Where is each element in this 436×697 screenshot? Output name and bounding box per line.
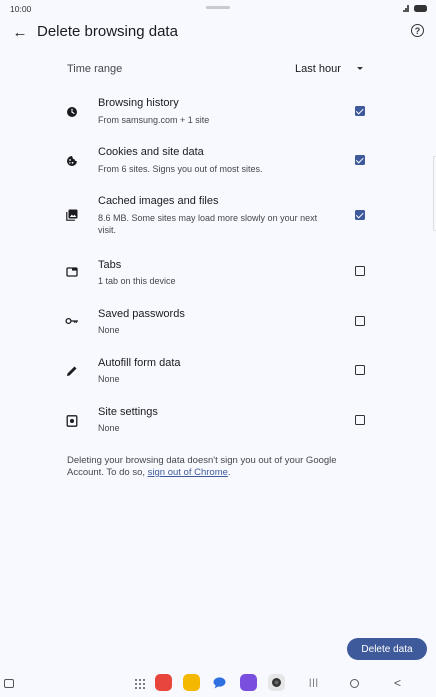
back-arrow-icon[interactable]: ← xyxy=(10,22,30,42)
tab-icon xyxy=(64,264,80,280)
apps-grid-icon[interactable] xyxy=(135,679,145,689)
option-subtitle: From samsung.com + 1 site xyxy=(98,115,210,125)
image-icon xyxy=(64,207,80,223)
delete-data-button[interactable]: Delete data xyxy=(347,638,427,660)
battery-icon xyxy=(414,5,427,12)
app-icon-yellow[interactable] xyxy=(183,674,200,691)
page-title: Delete browsing data xyxy=(37,23,178,40)
checkbox[interactable] xyxy=(355,106,365,116)
back-icon[interactable]: < xyxy=(394,676,401,690)
checkbox[interactable] xyxy=(355,155,365,165)
time-range-row: Time range Last hour xyxy=(0,56,436,80)
footer-period: . xyxy=(227,467,231,478)
sign-out-link[interactable]: sign out of Chrome xyxy=(148,467,228,478)
cookie-icon xyxy=(64,153,80,169)
signal-icon xyxy=(403,5,409,12)
option-autofill[interactable]: Autofill form data None xyxy=(0,352,436,396)
clock-icon xyxy=(64,104,80,120)
pencil-icon xyxy=(64,363,80,379)
time-range-label: Time range xyxy=(67,63,123,75)
app-icon-purple[interactable] xyxy=(240,674,257,691)
option-browsing-history[interactable]: Browsing history From samsung.com + 1 si… xyxy=(0,93,436,137)
option-site-settings[interactable]: Site settings None xyxy=(0,401,436,445)
option-saved-passwords[interactable]: Saved passwords None xyxy=(0,302,436,346)
dropdown-caret-icon xyxy=(357,67,363,70)
time-range-value: Last hour xyxy=(295,63,341,75)
checkbox[interactable] xyxy=(355,266,365,276)
checkbox[interactable] xyxy=(355,365,365,375)
checkbox[interactable] xyxy=(355,316,365,326)
footer-note: Deleting your browsing data doesn't sign… xyxy=(67,455,372,479)
option-title: Cookies and site data xyxy=(98,146,204,158)
option-subtitle: None xyxy=(98,325,120,335)
option-cached-images[interactable]: Cached images and files 8.6 MB. Some sit… xyxy=(0,191,436,243)
option-title: Browsing history xyxy=(98,97,179,109)
messages-icon[interactable] xyxy=(211,674,228,691)
site-settings-icon xyxy=(64,413,80,429)
keyboard-toggle-icon[interactable] xyxy=(4,679,14,688)
drag-handle xyxy=(206,6,230,9)
option-cookies[interactable]: Cookies and site data From 6 sites. Sign… xyxy=(0,142,436,186)
option-title: Tabs xyxy=(98,259,122,271)
navigation-bar: ||| < xyxy=(0,672,436,697)
status-time: 10:00 xyxy=(10,4,32,14)
help-icon[interactable]: ? xyxy=(411,24,424,37)
option-title: Site settings xyxy=(98,406,158,418)
option-subtitle: None xyxy=(98,423,120,433)
status-bar: 10:00 xyxy=(0,0,436,18)
option-subtitle: From 6 sites. Signs you out of most site… xyxy=(98,164,263,174)
option-title: Saved passwords xyxy=(98,308,185,320)
camera-icon[interactable] xyxy=(268,674,285,691)
option-title: Autofill form data xyxy=(98,357,181,369)
recents-icon[interactable]: ||| xyxy=(309,677,319,687)
app-bar: ← Delete browsing data ? xyxy=(0,18,436,46)
key-icon xyxy=(64,313,80,329)
time-range-dropdown[interactable]: Last hour xyxy=(290,60,370,78)
app-icon-red[interactable] xyxy=(155,674,172,691)
option-tabs[interactable]: Tabs 1 tab on this device xyxy=(0,253,436,297)
checkbox[interactable] xyxy=(355,210,365,220)
option-subtitle: 1 tab on this device xyxy=(98,276,176,286)
option-title: Cached images and files xyxy=(98,195,219,207)
checkbox[interactable] xyxy=(355,415,365,425)
home-icon[interactable] xyxy=(350,679,359,688)
option-subtitle: 8.6 MB. Some sites may load more slowly … xyxy=(98,213,318,235)
option-subtitle: None xyxy=(98,374,120,384)
